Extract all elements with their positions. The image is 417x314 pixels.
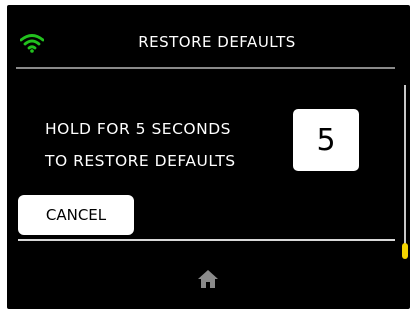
header-divider (16, 67, 395, 69)
restore-message: HOLD FOR 5 SECONDS TO RESTORE DEFAULTS (45, 113, 236, 177)
scrollbar-thumb[interactable] (402, 243, 408, 259)
countdown-display: 5 (293, 109, 359, 171)
message-line-1: HOLD FOR 5 SECONDS (45, 120, 231, 138)
footer-divider (18, 239, 395, 241)
header: RESTORE DEFAULTS (7, 5, 410, 65)
wifi-icon (20, 34, 44, 53)
home-icon[interactable] (196, 268, 220, 290)
scrollbar-track[interactable] (404, 85, 406, 245)
cancel-button-label: CANCEL (45, 206, 107, 224)
device-screen: RESTORE DEFAULTS HOLD FOR 5 SECONDS TO R… (7, 5, 410, 309)
cancel-button[interactable]: CANCEL (18, 195, 134, 235)
message-line-2: TO RESTORE DEFAULTS (45, 152, 236, 170)
page-title: RESTORE DEFAULTS (138, 33, 296, 51)
countdown-value: 5 (316, 122, 336, 158)
